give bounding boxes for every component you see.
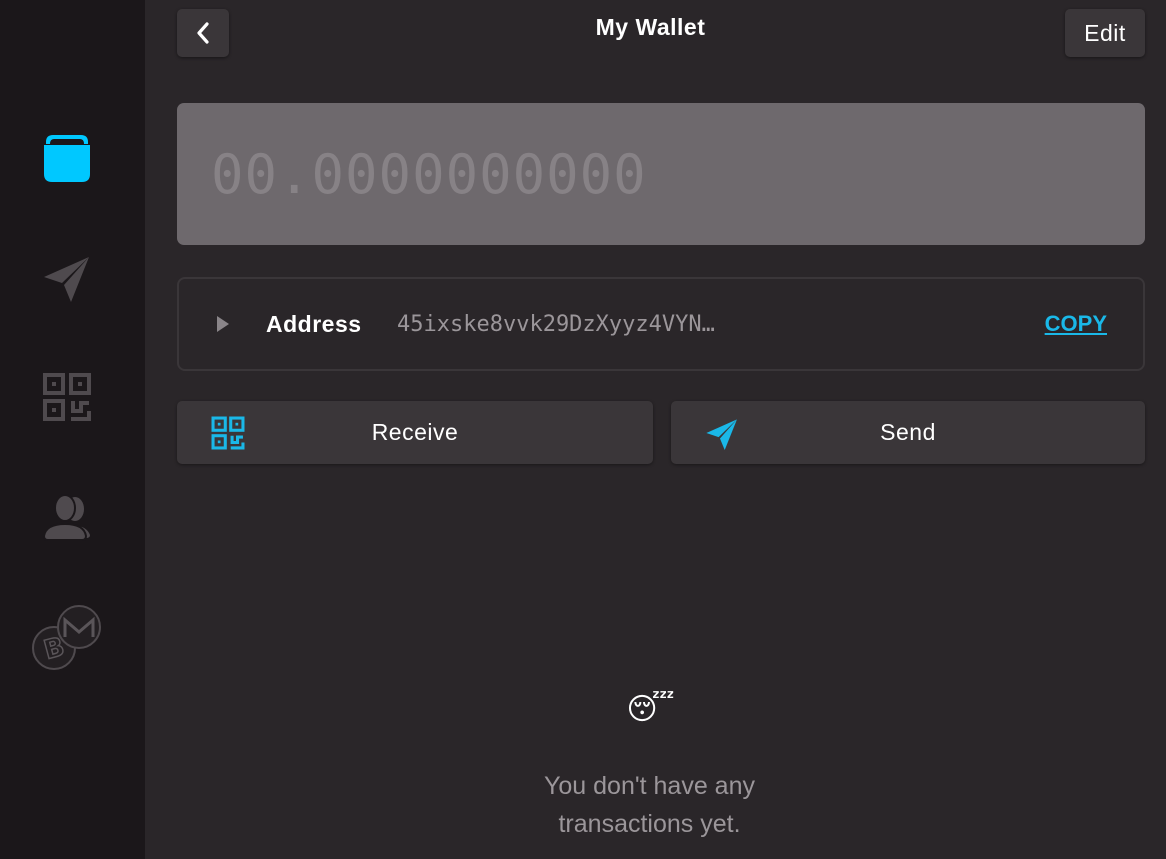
sidebar-item-wallet[interactable] [30,120,104,194]
empty-state: 😴 You don't have any transactions yet. [145,692,1166,843]
bitcoin-monero-icon: B [32,605,101,670]
page-title: My Wallet [595,14,706,40]
sidebar-item-receive[interactable] [30,360,104,434]
sidebar-item-contacts[interactable] [30,480,104,554]
balance-display: 00.0000000000 [177,103,1145,245]
balance-value: 00.0000000000 [211,142,647,206]
sidebar-item-send[interactable] [30,240,104,314]
receive-button[interactable]: Receive [177,401,653,464]
address-label: Address [266,310,362,337]
sidebar-item-exchange[interactable]: B [30,600,104,674]
qr-code-icon [211,416,245,450]
receive-label: Receive [371,419,459,445]
sidebar: B [0,0,145,859]
paper-plane-icon [44,257,89,302]
copy-address-link[interactable]: COPY [1045,311,1107,337]
sleeping-face-icon: 😴 [626,693,675,726]
paper-plane-icon [706,419,737,450]
qr-code-icon [43,373,91,421]
send-button[interactable]: Send [671,401,1145,464]
expand-triangle-icon[interactable] [215,315,231,333]
empty-state-message: You don't have any transactions yet. [544,772,755,838]
edit-button[interactable]: Edit [1065,9,1145,57]
contacts-icon [42,494,90,541]
address-panel: Address 45ixske8vvk29DzXyyz4VYN… COPY [177,277,1145,371]
main-panel: My Wallet Edit 00.0000000000 Address 45i… [145,0,1166,859]
wallet-icon [44,135,90,182]
address-value: 45ixske8vvk29DzXyyz4VYN… [397,311,715,337]
send-label: Send [880,419,936,445]
